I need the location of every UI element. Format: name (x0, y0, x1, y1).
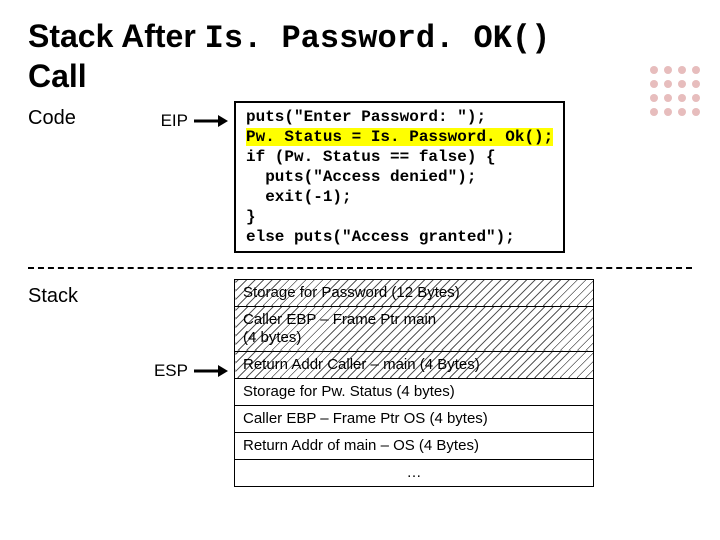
stack-cell: Return Addr of main – OS (4 Bytes) (235, 432, 594, 459)
code-line: exit(-1); (246, 187, 553, 207)
code-line: } (246, 207, 553, 227)
code-line: if (Pw. Status == false) { (246, 147, 553, 167)
code-line: Pw. Status = Is. Password. Ok(); (246, 127, 553, 147)
stack-label: Stack (28, 279, 138, 308)
code-line: else puts("Access granted"); (246, 227, 553, 247)
title-mono: Is. Password. OK() (205, 20, 551, 57)
esp-pointer: ESP (154, 357, 228, 385)
stack-cell: Caller EBP – Frame Ptr OS (4 bytes) (235, 405, 594, 432)
stack-cell: Return Addr Caller – main (4 Bytes) (235, 351, 594, 378)
divider (28, 267, 692, 269)
code-box: puts("Enter Password: ");Pw. Status = Is… (234, 101, 565, 253)
stack-section: Stack ESP Storage for Password (12 Bytes… (28, 279, 692, 497)
stack-table: Storage for Password (12 Bytes)Caller EB… (234, 279, 594, 487)
code-line: puts("Enter Password: "); (246, 107, 553, 127)
eip-pointer: EIP (161, 111, 228, 131)
stack-cell: Storage for Password (12 Bytes) (235, 279, 594, 306)
arrow-right-icon (194, 364, 228, 378)
code-section: Code EIP puts("Enter Password: ");Pw. St… (28, 101, 692, 253)
slide-title: Stack After Is. Password. OK() Call (28, 18, 692, 95)
decorative-dots (650, 66, 700, 116)
code-line: puts("Access denied"); (246, 167, 553, 187)
esp-label: ESP (154, 361, 188, 381)
eip-label: EIP (161, 111, 188, 131)
code-label: Code (28, 101, 138, 130)
stack-cell: … (235, 459, 594, 486)
stack-cell: Caller EBP – Frame Ptr main (4 bytes) (235, 306, 594, 351)
stack-cell: Storage for Pw. Status (4 bytes) (235, 378, 594, 405)
arrow-right-icon (194, 114, 228, 128)
title-plain: Stack After (28, 18, 205, 54)
title-line2: Call (28, 58, 87, 94)
